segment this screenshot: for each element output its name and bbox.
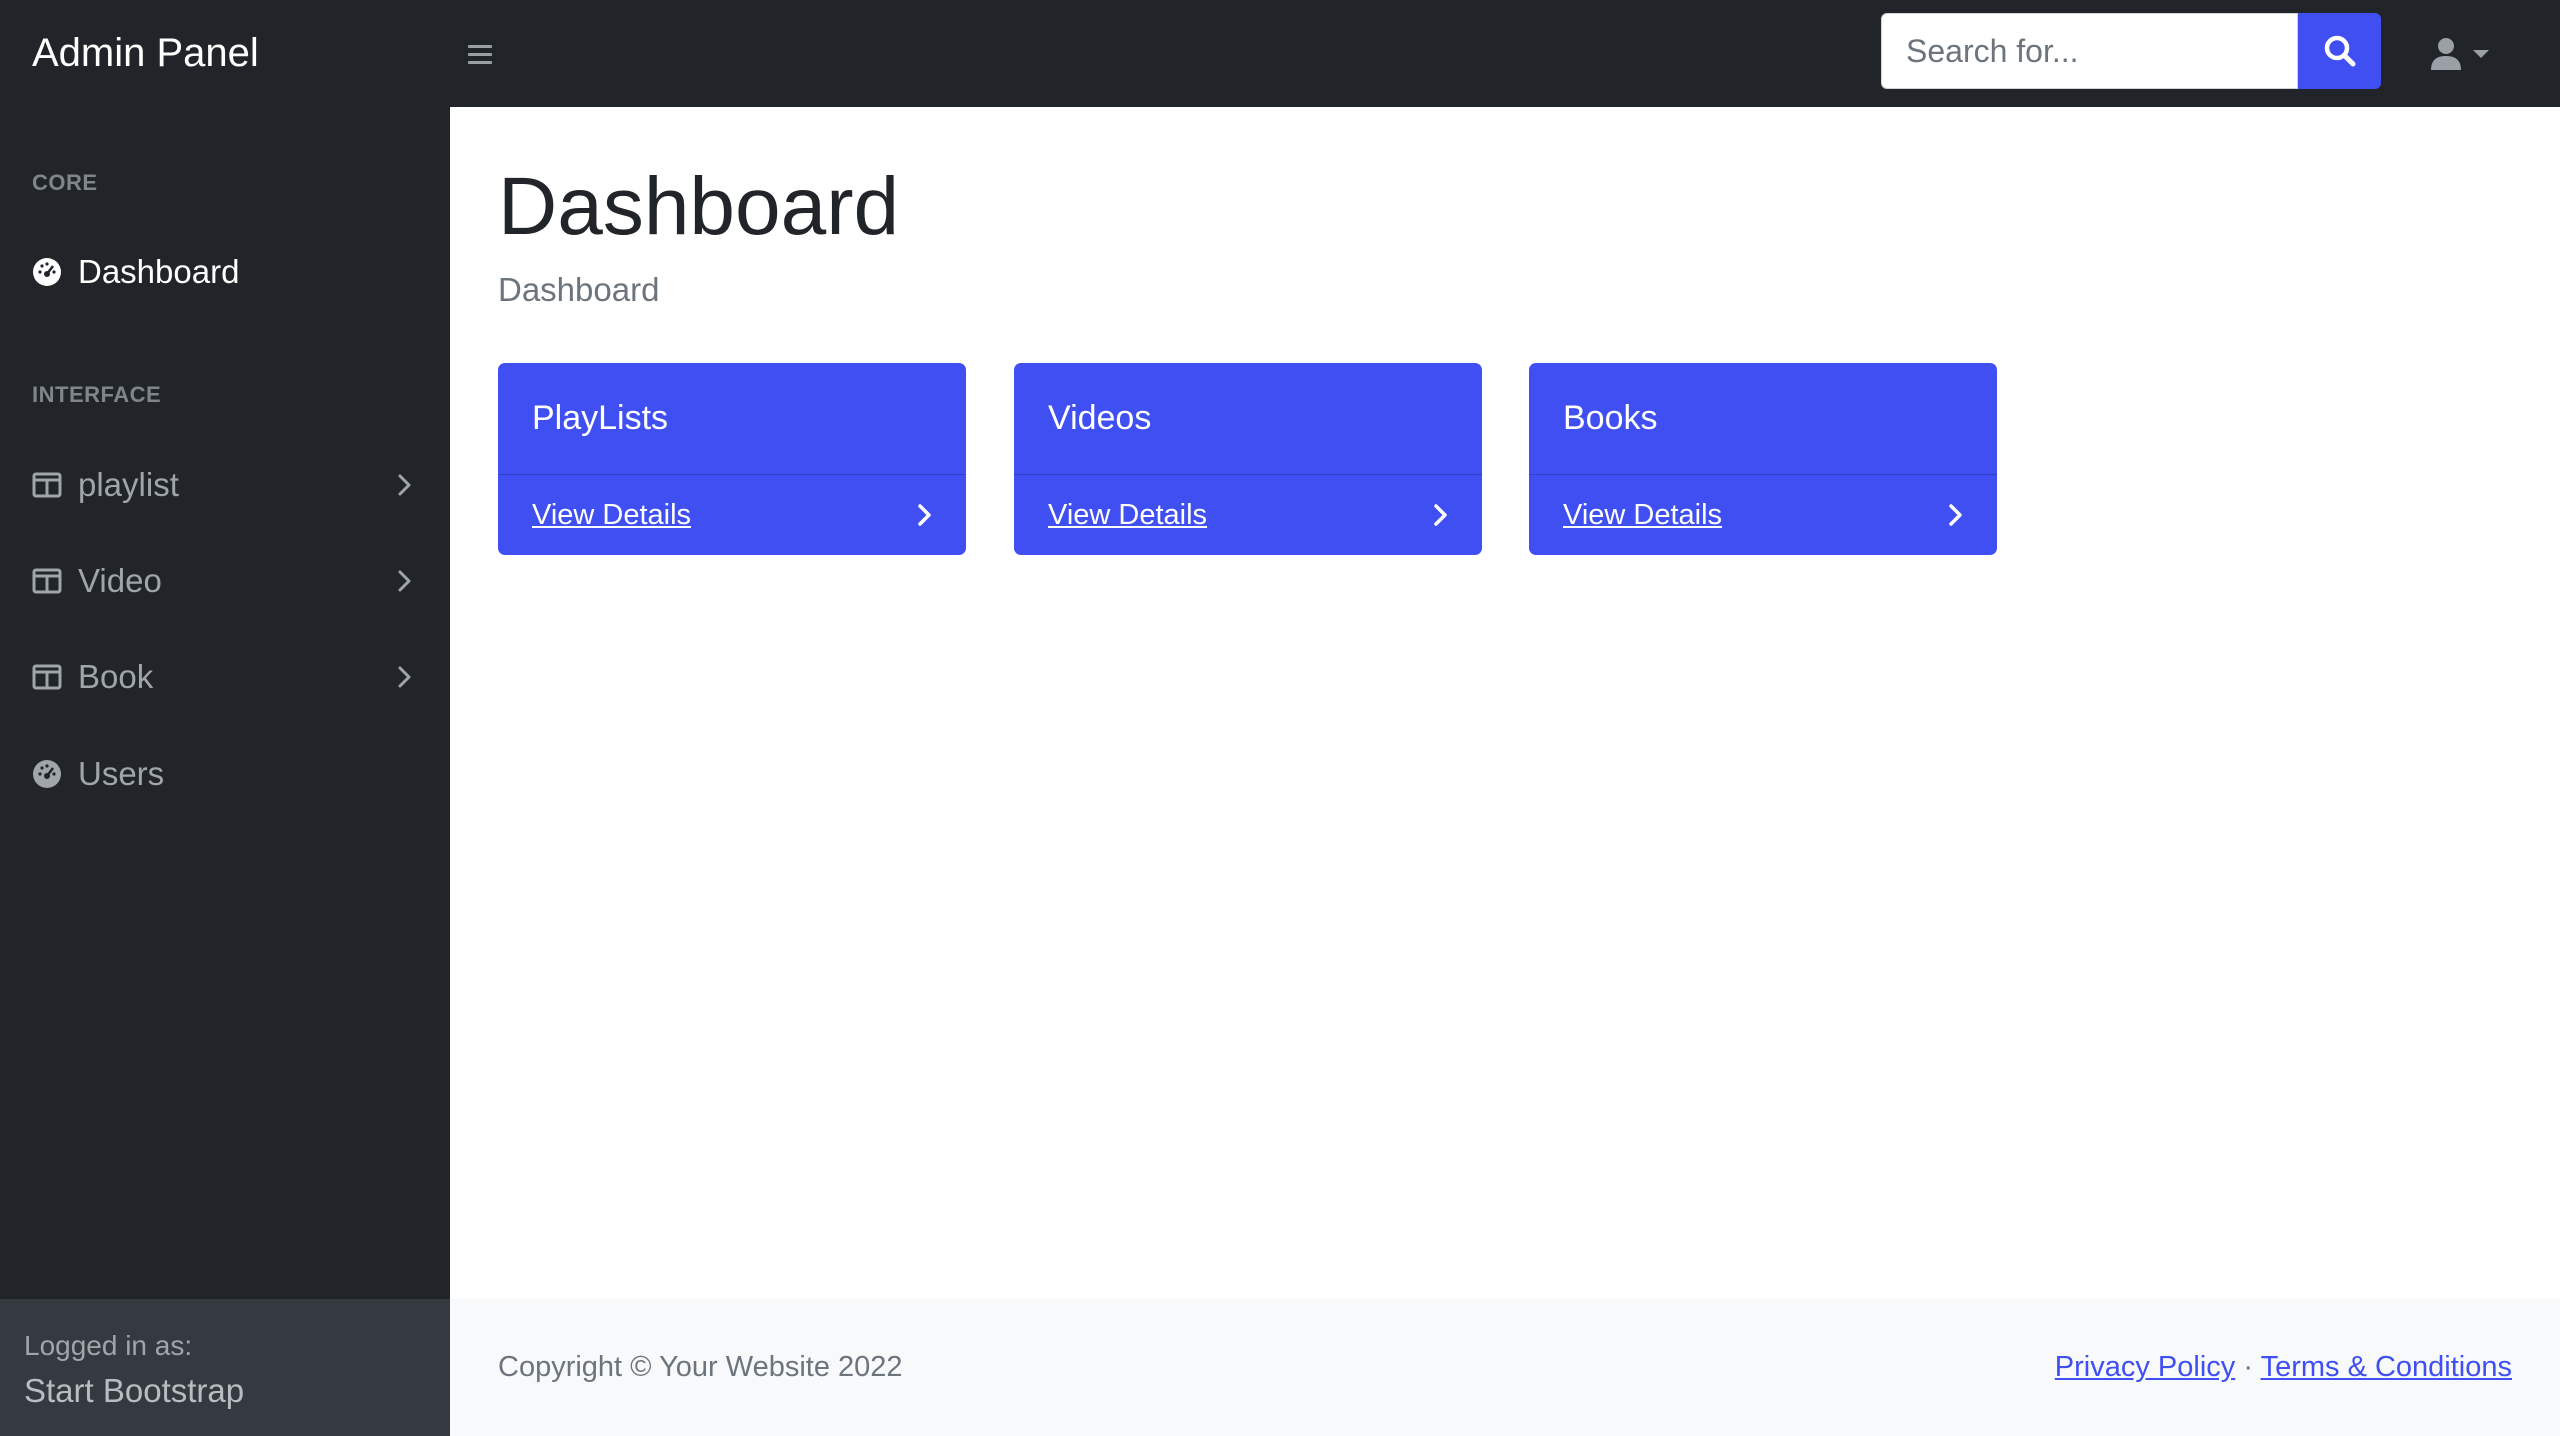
card-playlists: PlayLists View Details xyxy=(498,363,966,555)
footer-separator: · xyxy=(2243,1351,2254,1383)
main-content: Dashboard Dashboard PlayLists View Detai… xyxy=(450,107,2560,1299)
search-input[interactable] xyxy=(1881,13,2298,89)
card-footer[interactable]: View Details xyxy=(1529,475,1997,555)
tachometer-icon xyxy=(32,257,62,287)
chevron-right-icon xyxy=(398,570,411,592)
sidebar-toggle-button[interactable] xyxy=(462,36,498,72)
breadcrumb: Dashboard xyxy=(498,271,660,308)
logged-in-user: Start Bootstrap xyxy=(24,1372,245,1409)
copyright-text: Copyright © Your Website 2022 xyxy=(498,1351,903,1383)
logged-in-label: Logged in as: xyxy=(24,1330,193,1361)
search-icon xyxy=(2324,35,2355,67)
top-navbar: Admin Panel xyxy=(0,0,2560,107)
user-dropdown[interactable] xyxy=(2430,32,2490,76)
user-icon xyxy=(2431,38,2461,70)
sidebar-item-users[interactable]: Users xyxy=(0,734,450,814)
brand-title[interactable]: Admin Panel xyxy=(32,0,259,107)
chevron-right-icon xyxy=(1434,504,1447,526)
footer-links: Privacy Policy · Terms & Conditions xyxy=(2055,1299,2512,1436)
columns-icon xyxy=(32,470,62,500)
sidebar-item-label: Book xyxy=(78,658,154,695)
page-footer: Copyright © Your Website 2022 Privacy Po… xyxy=(450,1299,2560,1436)
view-details-link[interactable]: View Details xyxy=(1563,499,1722,532)
chevron-right-icon xyxy=(398,474,411,496)
sidebar-footer: Logged in as: Start Bootstrap xyxy=(0,1299,450,1436)
sidebar-item-label: playlist xyxy=(78,466,179,503)
chevron-right-icon xyxy=(398,666,411,688)
sidebar-item-label: Users xyxy=(78,755,165,792)
search-group xyxy=(1881,13,2381,89)
tachometer-icon xyxy=(32,759,62,789)
sidebar-heading-core: CORE xyxy=(32,170,98,195)
card-title: Books xyxy=(1529,363,1997,475)
card-title: Videos xyxy=(1014,363,1482,475)
sidebar-item-dashboard[interactable]: Dashboard xyxy=(0,232,450,312)
chevron-right-icon xyxy=(1949,504,1962,526)
search-button[interactable] xyxy=(2298,13,2381,89)
view-details-link[interactable]: View Details xyxy=(532,499,691,532)
columns-icon xyxy=(32,662,62,692)
page-title: Dashboard xyxy=(498,161,900,252)
card-title: PlayLists xyxy=(498,363,966,475)
sidebar-item-playlist[interactable]: playlist xyxy=(0,445,450,525)
chevron-right-icon xyxy=(918,504,931,526)
view-details-link[interactable]: View Details xyxy=(1048,499,1207,532)
card-footer[interactable]: View Details xyxy=(1014,475,1482,555)
sidebar-item-video[interactable]: Video xyxy=(0,541,450,621)
terms-link[interactable]: Terms & Conditions xyxy=(2261,1351,2512,1383)
card-footer[interactable]: View Details xyxy=(498,475,966,555)
sidebar-item-label: Video xyxy=(78,562,162,599)
caret-down-icon xyxy=(2473,50,2489,58)
columns-icon xyxy=(32,566,62,596)
sidebar-item-book[interactable]: Book xyxy=(0,637,450,717)
privacy-policy-link[interactable]: Privacy Policy xyxy=(2055,1351,2236,1383)
card-videos: Videos View Details xyxy=(1014,363,1482,555)
sidebar-item-label: Dashboard xyxy=(78,253,240,290)
sidebar: CORE Dashboard INTERFACE playlist Video xyxy=(0,107,450,1436)
sidebar-heading-interface: INTERFACE xyxy=(32,382,162,407)
card-books: Books View Details xyxy=(1529,363,1997,555)
